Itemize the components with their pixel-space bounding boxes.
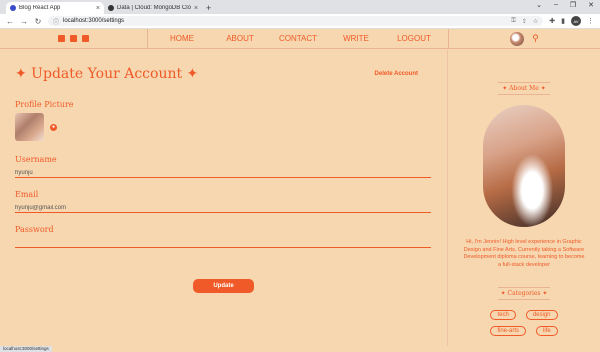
site-topbar: HOME ABOUT CONTACT WRITE LOGOUT ⚲ (0, 28, 600, 49)
extensions-icon[interactable]: ✚ (549, 17, 555, 25)
category-fine-arts[interactable]: fine-arts (490, 326, 526, 336)
user-avatar[interactable] (510, 31, 525, 46)
browser-tab-bar: Blog React App × Data | Cloud: MongoDB C… (0, 0, 600, 14)
react-favicon-icon (10, 5, 16, 11)
username-field-group: Username (15, 155, 432, 178)
close-window-icon[interactable]: ✕ (588, 1, 594, 9)
email-label: Email (15, 190, 39, 199)
browser-tab-mongodb[interactable]: Data | Cloud: MongoDB Cloud × (104, 2, 202, 14)
instagram-icon[interactable] (82, 35, 89, 42)
status-bar: localhost:3000/settings (0, 346, 52, 352)
about-me-title: ✦ About Me ✦ (498, 82, 550, 95)
minimize-icon[interactable]: – (554, 1, 558, 9)
back-icon[interactable]: ← (6, 17, 14, 26)
facebook-icon[interactable] (58, 35, 65, 42)
password-field-group: Password (15, 225, 432, 248)
page-title: ✦ Update Your Account ✦ (15, 66, 199, 82)
email-input[interactable] (15, 199, 431, 213)
profile-picture (15, 113, 44, 141)
nav-home[interactable]: HOME (153, 34, 211, 43)
nav-logout[interactable]: LOGOUT (385, 34, 443, 43)
nav-write[interactable]: WRITE (327, 34, 385, 43)
settings-panel: ✦ Update Your Account ✦ Delete Account P… (0, 50, 447, 346)
profile-picture-label: Profile Picture (15, 100, 74, 109)
about-me-text: Hi, I'm Jennin! High level experience in… (463, 239, 585, 268)
sidebar: ✦ About Me ✦ Hi, I'm Jennin! High level … (447, 50, 600, 346)
about-me-image (483, 105, 565, 227)
social-icons (0, 28, 148, 49)
info-icon[interactable]: ⓘ (53, 17, 59, 26)
update-button[interactable]: Update (193, 279, 254, 293)
category-design[interactable]: design (525, 310, 558, 320)
search-icon[interactable]: ⚲ (532, 33, 539, 44)
email-field-group: Email (15, 190, 432, 213)
star-icon[interactable]: ☆ (533, 18, 538, 25)
address-bar-row: ← → ↻ ⓘ localhost:3000/settings ⚿ ⇪ ☆ ✚ … (0, 14, 600, 29)
category-life[interactable]: life (536, 326, 558, 336)
maximize-icon[interactable]: ❐ (570, 1, 576, 9)
url-text: localhost:3000/settings (63, 18, 125, 24)
tab-title: Data | Cloud: MongoDB Cloud (117, 5, 191, 11)
top-right: ⚲ (448, 28, 600, 49)
mongodb-favicon-icon (108, 5, 114, 11)
categories-title: ✦ Categories ✦ (498, 287, 550, 300)
chevron-down-icon[interactable]: ⌄ (536, 1, 542, 9)
share-icon[interactable]: ⇪ (522, 18, 527, 25)
nav-about[interactable]: ABOUT (211, 34, 269, 43)
category-tech[interactable]: tech (490, 310, 516, 320)
main-content: ✦ Update Your Account ✦ Delete Account P… (0, 50, 600, 346)
close-tab-icon[interactable]: × (96, 5, 100, 12)
sidebar-toggle-icon[interactable]: ▮ (561, 17, 565, 25)
close-tab-icon[interactable]: × (194, 5, 198, 12)
tab-title: Blog React App (19, 5, 61, 11)
url-field[interactable]: ⓘ localhost:3000/settings ⚿ ⇪ ☆ (48, 16, 544, 26)
twitter-icon[interactable] (70, 35, 77, 42)
nav-contact[interactable]: CONTACT (269, 34, 327, 43)
profile-picture-row: ● (15, 113, 432, 141)
forward-icon[interactable]: → (20, 17, 28, 26)
username-input[interactable] (15, 164, 431, 178)
profile-avatar[interactable]: AV (571, 16, 581, 26)
categories-list: tech design fine-arts life (469, 310, 579, 336)
new-tab-icon[interactable]: + (206, 2, 211, 14)
menu-icon[interactable]: ⋮ (587, 17, 594, 25)
username-label: Username (15, 155, 57, 164)
top-nav: HOME ABOUT CONTACT WRITE LOGOUT (148, 34, 448, 43)
window-controls: ⌄ – ❐ ✕ (536, 1, 594, 9)
key-icon[interactable]: ⚿ (511, 18, 516, 25)
password-input[interactable] (15, 234, 431, 248)
browser-tab-blog[interactable]: Blog React App × (6, 2, 104, 14)
reload-icon[interactable]: ↻ (34, 17, 42, 26)
delete-account-button[interactable]: Delete Account (375, 71, 418, 77)
settings-title-row: ✦ Update Your Account ✦ Delete Account (15, 66, 432, 82)
user-upload-icon[interactable]: ● (50, 123, 57, 131)
password-label: Password (15, 225, 54, 234)
